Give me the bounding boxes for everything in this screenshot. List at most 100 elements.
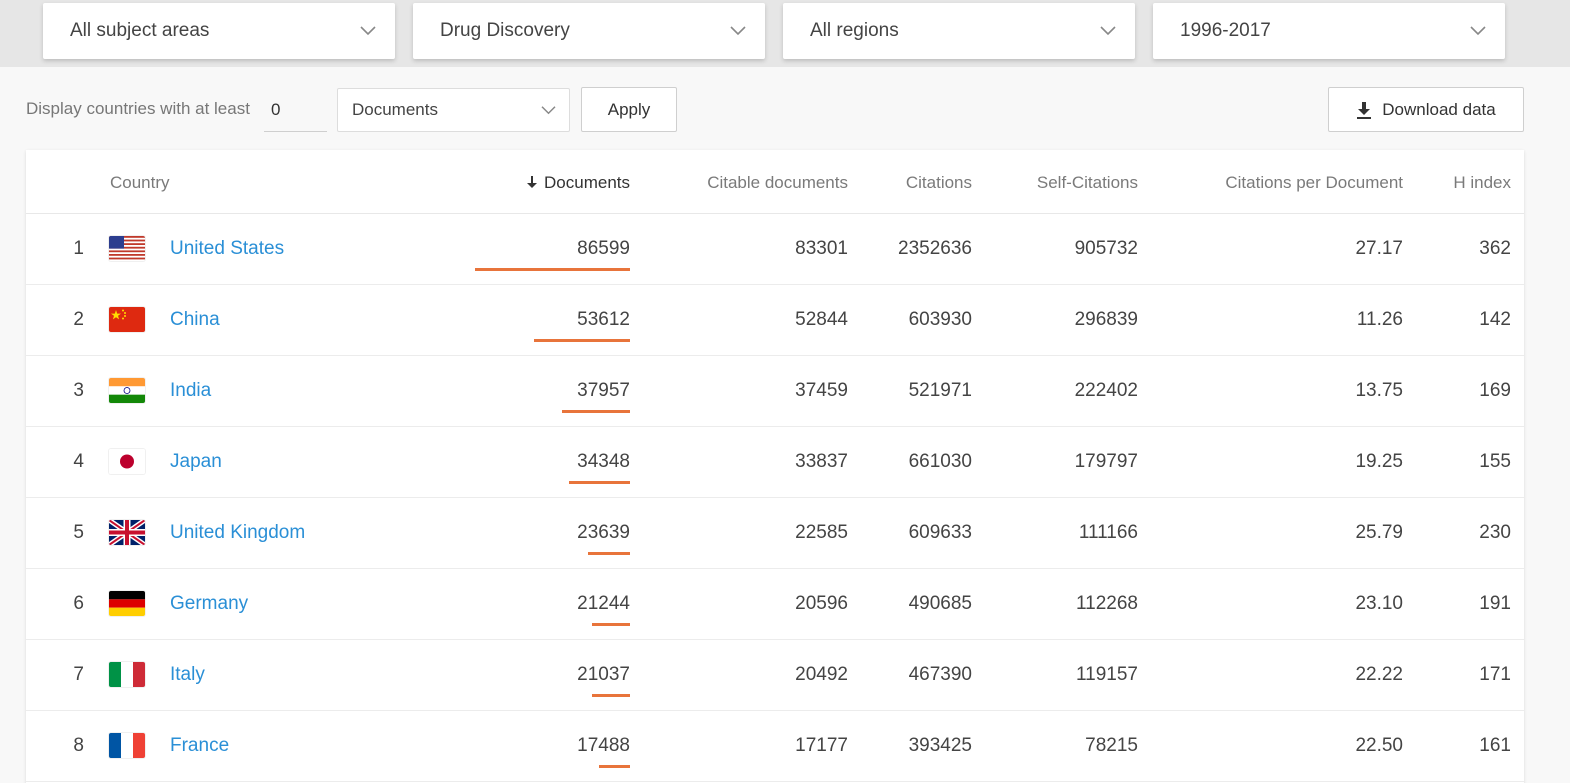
country-link[interactable]: Japan: [170, 451, 222, 473]
documents-bar: [562, 410, 630, 413]
documents-cell: 23639: [577, 522, 630, 543]
cites-per-doc-cell: 23.10: [1355, 593, 1403, 614]
documents-bar: [592, 623, 630, 626]
country-link[interactable]: Italy: [170, 664, 205, 686]
h-index-cell: 171: [1479, 664, 1511, 685]
chevron-down-icon: [541, 106, 556, 115]
citations-cell: 603930: [908, 309, 972, 330]
self-citations-cell: 119157: [1076, 664, 1138, 685]
documents-cell: 21037: [577, 664, 630, 685]
cites-per-doc-cell: 27.17: [1355, 238, 1403, 259]
table-row: 5 United Kingdom 23639 22585 609633 111166 25.…: [26, 498, 1524, 569]
h-index-cell: 161: [1479, 735, 1511, 756]
col-header-country[interactable]: Country: [110, 173, 170, 193]
documents-bar: [588, 552, 630, 555]
jp-flag-icon: [109, 449, 145, 474]
chevron-down-icon: [730, 26, 746, 36]
gb-flag-icon: [109, 520, 145, 545]
min-threshold-label: Display countries with at least: [26, 99, 250, 118]
citable-cell: 33837: [795, 451, 848, 472]
table-row: 8 France 17488 17177 393425 78215 22.50 161: [26, 711, 1524, 782]
country-link[interactable]: China: [170, 309, 220, 331]
documents-cell: 21244: [577, 593, 630, 614]
country-link[interactable]: United Kingdom: [170, 522, 305, 544]
citable-cell: 52844: [795, 309, 848, 330]
subject-area-select[interactable]: All subject areas: [43, 3, 395, 59]
table-row: 3 India 37957 37459 521971 222402 13.75 169: [26, 356, 1524, 427]
self-citations-cell: 296839: [1074, 309, 1138, 330]
table-row: 6 Germany 21244 20596 490685 112268 23.10 191: [26, 569, 1524, 640]
chevron-down-icon: [360, 26, 376, 36]
it-flag-icon: [109, 662, 145, 687]
region-select[interactable]: All regions: [783, 3, 1135, 59]
rank-cell: 4: [73, 451, 84, 472]
self-citations-cell: 112268: [1076, 593, 1138, 614]
subject-category-select[interactable]: Drug Discovery: [413, 3, 765, 59]
cites-per-doc-cell: 22.22: [1355, 664, 1403, 685]
countries-table: Country Documents Citable documents Cita…: [26, 150, 1524, 783]
citable-cell: 83301: [795, 238, 848, 259]
citable-cell: 17177: [795, 735, 848, 756]
col-header-documents[interactable]: Documents: [526, 173, 630, 193]
documents-bar: [592, 694, 630, 697]
h-index-cell: 155: [1479, 451, 1511, 472]
col-header-h-index[interactable]: H index: [1453, 173, 1511, 193]
region-value: All regions: [810, 20, 899, 41]
threshold-metric-value: Documents: [352, 100, 438, 119]
rank-cell: 8: [73, 735, 84, 756]
h-index-cell: 142: [1479, 309, 1511, 330]
self-citations-cell: 111166: [1078, 522, 1138, 543]
cites-per-doc-cell: 19.25: [1355, 451, 1403, 472]
col-header-cites-per-doc[interactable]: Citations per Document: [1225, 173, 1403, 193]
self-citations-cell: 179797: [1074, 451, 1138, 472]
country-link[interactable]: India: [170, 380, 211, 402]
rank-cell: 6: [73, 593, 84, 614]
col-header-citations[interactable]: Citations: [906, 173, 972, 193]
table-row: 4 Japan 34348 33837 661030 179797 19.25 155: [26, 427, 1524, 498]
h-index-cell: 169: [1479, 380, 1511, 401]
country-link[interactable]: France: [170, 735, 229, 757]
citable-cell: 37459: [795, 380, 848, 401]
h-index-cell: 362: [1479, 238, 1511, 259]
min-threshold-input[interactable]: [264, 88, 327, 132]
documents-cell: 37957: [577, 380, 630, 401]
threshold-metric-select[interactable]: Documents: [337, 88, 570, 132]
citations-cell: 609633: [908, 522, 972, 543]
table-row: 7 Italy 21037 20492 467390 119157 22.22 171: [26, 640, 1524, 711]
chevron-down-icon: [1100, 26, 1116, 36]
citable-cell: 22585: [795, 522, 848, 543]
citations-cell: 521971: [908, 380, 972, 401]
col-header-citable[interactable]: Citable documents: [707, 173, 848, 193]
citations-cell: 2352636: [898, 238, 972, 259]
period-select[interactable]: 1996-2017: [1153, 3, 1505, 59]
country-link[interactable]: United States: [170, 238, 284, 260]
fr-flag-icon: [109, 733, 145, 758]
us-flag-icon: [109, 236, 145, 261]
country-link[interactable]: Germany: [170, 593, 248, 615]
download-data-button[interactable]: Download data: [1328, 87, 1524, 132]
documents-cell: 86599: [577, 238, 630, 259]
cn-flag-icon: [109, 307, 145, 332]
download-icon: [1357, 101, 1372, 119]
chevron-down-icon: [1470, 26, 1486, 36]
subject-area-value: All subject areas: [70, 20, 210, 41]
documents-bar: [475, 268, 630, 271]
citable-cell: 20596: [795, 593, 848, 614]
subject-category-value: Drug Discovery: [440, 20, 570, 41]
rank-cell: 5: [73, 522, 84, 543]
h-index-cell: 191: [1479, 593, 1511, 614]
rank-cell: 7: [73, 664, 84, 685]
download-data-label: Download data: [1382, 99, 1496, 119]
cites-per-doc-cell: 13.75: [1355, 380, 1403, 401]
rank-cell: 1: [73, 238, 84, 259]
col-header-self-citations[interactable]: Self-Citations: [1037, 173, 1138, 193]
table-row: 1 United States 86599 83301 2352636 905732 27.…: [26, 214, 1524, 285]
arrow-down-icon: [527, 176, 538, 188]
table-row: 2 China 53612 52844 603930 296839 11.26 142: [26, 285, 1524, 356]
h-index-cell: 230: [1479, 522, 1511, 543]
citations-cell: 467390: [908, 664, 972, 685]
self-citations-cell: 222402: [1074, 380, 1138, 401]
documents-cell: 17488: [577, 735, 630, 756]
apply-button[interactable]: Apply: [581, 87, 677, 132]
in-flag-icon: [109, 378, 145, 403]
